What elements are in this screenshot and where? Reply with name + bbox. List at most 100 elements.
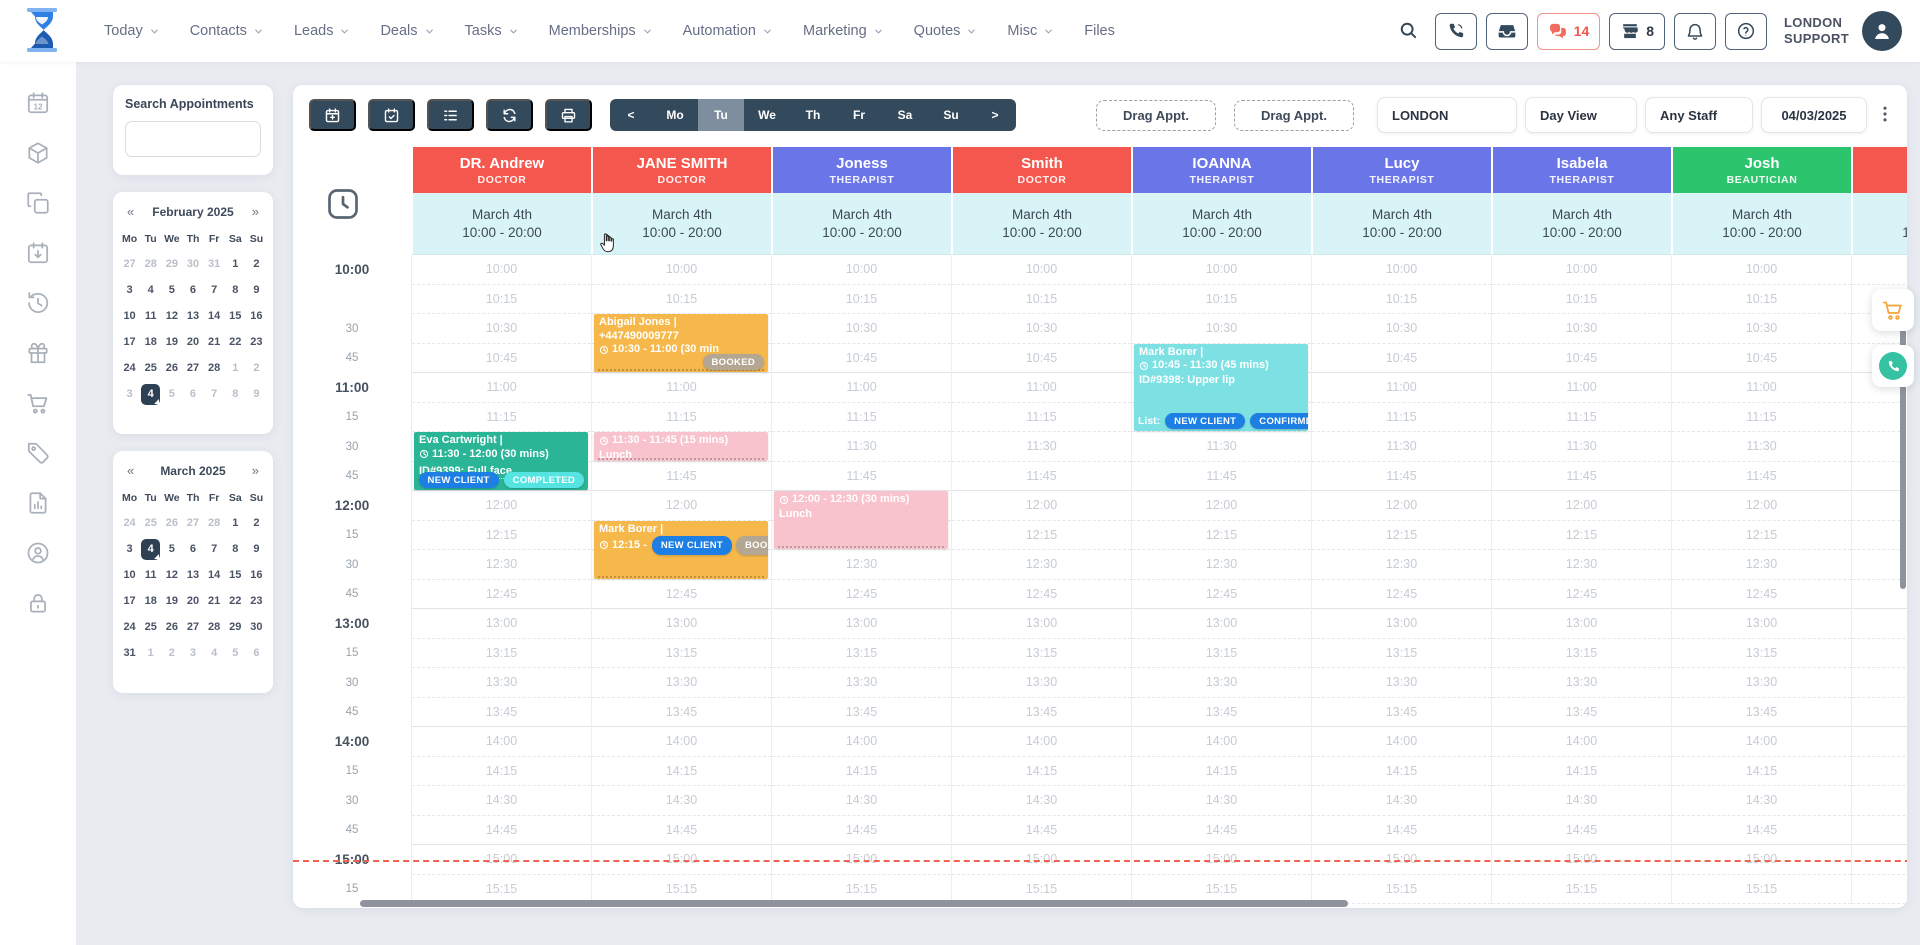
time-slot[interactable]: 12:45 — [592, 580, 771, 610]
date-picker[interactable]: 04/03/2025 — [1761, 97, 1867, 133]
calendar-day[interactable]: 5 — [162, 384, 181, 405]
time-slot[interactable]: 11:30 — [1132, 432, 1311, 462]
time-slot[interactable]: 14:00 — [772, 727, 951, 757]
calendar-day[interactable]: 5 — [162, 539, 181, 560]
calendar-day[interactable]: 13 — [183, 306, 202, 327]
history-icon[interactable] — [25, 290, 51, 316]
time-slot[interactable]: 14:15 — [1132, 757, 1311, 787]
prev-month-button[interactable]: « — [125, 463, 136, 478]
calendar-day[interactable]: 27 — [183, 513, 202, 534]
calendar-day[interactable]: 29 — [162, 254, 181, 275]
time-slot[interactable]: 10:00 — [1492, 255, 1671, 285]
calendar-day[interactable]: 14 — [205, 565, 224, 586]
staff-header-jane-smith[interactable]: JANE SMITHDOCTOR — [591, 147, 771, 193]
appointment[interactable]: Eva Cartwright |11:30 - 12:00 (30 mins)I… — [414, 432, 588, 490]
time-slot[interactable]: 11:00 — [952, 373, 1131, 403]
time-slot[interactable]: 14:00 — [1132, 727, 1311, 757]
drag-appt-button-2[interactable]: Drag Appt. — [1234, 100, 1354, 131]
time-slot[interactable]: 11:45 — [952, 462, 1131, 492]
calendar-day[interactable]: 11 — [141, 565, 160, 586]
time-slot[interactable]: 11:15 — [772, 403, 951, 433]
time-slot[interactable]: 13:15 — [1672, 639, 1851, 669]
time-slot[interactable]: 12:15 — [1312, 521, 1491, 551]
user-circle-icon[interactable] — [25, 540, 51, 566]
calendar-day[interactable]: 6 — [183, 539, 202, 560]
appointment[interactable]: Mark Borer |10:45 - 11:30 (45 mins)ID#93… — [1134, 344, 1308, 432]
time-slot[interactable]: 11:30 — [1672, 432, 1851, 462]
help-button[interactable] — [1725, 13, 1767, 50]
time-slot[interactable]: 13:30 — [1132, 668, 1311, 698]
time-slot[interactable]: 10:15 — [1312, 285, 1491, 315]
time-slot[interactable]: 12:15 — [1672, 521, 1851, 551]
time-slot[interactable]: 13:45 — [412, 698, 591, 728]
time-slot[interactable]: 14:30 — [1312, 786, 1491, 816]
price-tag-icon[interactable] — [25, 440, 51, 466]
calendar-day[interactable]: 5 — [226, 643, 245, 664]
cart-button[interactable] — [1872, 289, 1914, 331]
calendar-day[interactable]: 14 — [205, 306, 224, 327]
time-slot[interactable]: 14:00 — [1312, 727, 1491, 757]
time-slot[interactable]: 10:15 — [592, 285, 771, 315]
search-appointments-input[interactable] — [125, 121, 261, 157]
view-select[interactable]: Day View — [1525, 97, 1637, 133]
calendar-12-icon[interactable]: 12 — [25, 90, 51, 116]
time-slot[interactable]: 13:45 — [1672, 698, 1851, 728]
time-slot[interactable]: 11:00 — [1672, 373, 1851, 403]
calendar-day[interactable]: 28 — [205, 358, 224, 379]
day-tab-we[interactable]: We — [744, 99, 790, 131]
calendar-day[interactable]: 12 — [162, 565, 181, 586]
calendar-day[interactable]: 13 — [183, 565, 202, 586]
calendar-day[interactable]: 23 — [247, 591, 266, 612]
time-slot[interactable]: 10:00 — [952, 255, 1131, 285]
next-month-button[interactable]: » — [250, 204, 261, 219]
time-slot[interactable]: 13:00 — [1492, 609, 1671, 639]
time-slot[interactable]: 10:15 — [1132, 285, 1311, 315]
time-slot[interactable]: 14:00 — [952, 727, 1131, 757]
time-slot[interactable]: 13:30 — [1492, 668, 1671, 698]
calendar-day[interactable]: 27 — [183, 358, 202, 379]
time-slot[interactable]: 13:45 — [1132, 698, 1311, 728]
time-slot[interactable]: 11:30 — [952, 432, 1131, 462]
time-slot[interactable]: 13:45 — [952, 698, 1131, 728]
time-slot[interactable]: 11:15 — [1312, 403, 1491, 433]
phone-button[interactable] — [1435, 13, 1477, 50]
calendar-day[interactable]: 16 — [247, 565, 266, 586]
time-slot[interactable]: 13:15 — [1132, 639, 1311, 669]
time-slot[interactable]: 10:00 — [772, 255, 951, 285]
calendar-day[interactable]: 4 — [141, 384, 160, 405]
notifications-button[interactable] — [1674, 13, 1716, 50]
time-slot[interactable]: 14:15 — [1672, 757, 1851, 787]
day-tab-sa[interactable]: Sa — [882, 99, 928, 131]
time-slot[interactable]: 12:00 — [1312, 491, 1491, 521]
search-icon[interactable] — [1398, 20, 1420, 42]
calendar-day[interactable]: 22 — [226, 591, 245, 612]
time-slot[interactable]: 12:00 — [412, 491, 591, 521]
calendar-day[interactable]: 3 — [120, 539, 139, 560]
appointment[interactable]: 12:00 - 12:30 (30 mins)Lunch — [774, 491, 948, 549]
time-slot[interactable]: 10:30 — [952, 314, 1131, 344]
prev-month-button[interactable]: « — [125, 204, 136, 219]
calendar-day[interactable]: 18 — [141, 591, 160, 612]
calendar-day[interactable]: 4 — [141, 539, 160, 560]
nav-item-automation[interactable]: Automation — [683, 23, 773, 39]
staff-select[interactable]: Any Staff — [1645, 97, 1753, 133]
time-slot[interactable]: 15:15 — [1492, 875, 1671, 905]
time-slot[interactable]: 10:30 — [1672, 314, 1851, 344]
time-slot[interactable]: 12:30 — [1852, 550, 1907, 580]
time-slot[interactable]: 12:30 — [1132, 550, 1311, 580]
calendar-day[interactable]: 30 — [183, 254, 202, 275]
day-tab-tu[interactable]: Tu — [698, 99, 744, 131]
staff-header-dr-andrew[interactable]: DR. AndrewDOCTOR — [411, 147, 591, 193]
time-slot[interactable]: 13:15 — [952, 639, 1131, 669]
calendar-day[interactable]: 12 — [162, 306, 181, 327]
column-date-header[interactable]: March 4th10:00 - 20:00 — [1671, 193, 1851, 255]
nav-item-today[interactable]: Today — [104, 23, 160, 39]
time-slot[interactable]: 14:30 — [412, 786, 591, 816]
calendar-day[interactable]: 3 — [183, 643, 202, 664]
time-slot[interactable]: 13:15 — [1312, 639, 1491, 669]
time-slot[interactable]: 13:00 — [592, 609, 771, 639]
calendar-day[interactable]: 27 — [120, 254, 139, 275]
time-slot[interactable]: 13:30 — [1852, 668, 1907, 698]
calendar-day[interactable]: 18 — [141, 332, 160, 353]
time-slot[interactable]: 10:30 — [1492, 314, 1671, 344]
